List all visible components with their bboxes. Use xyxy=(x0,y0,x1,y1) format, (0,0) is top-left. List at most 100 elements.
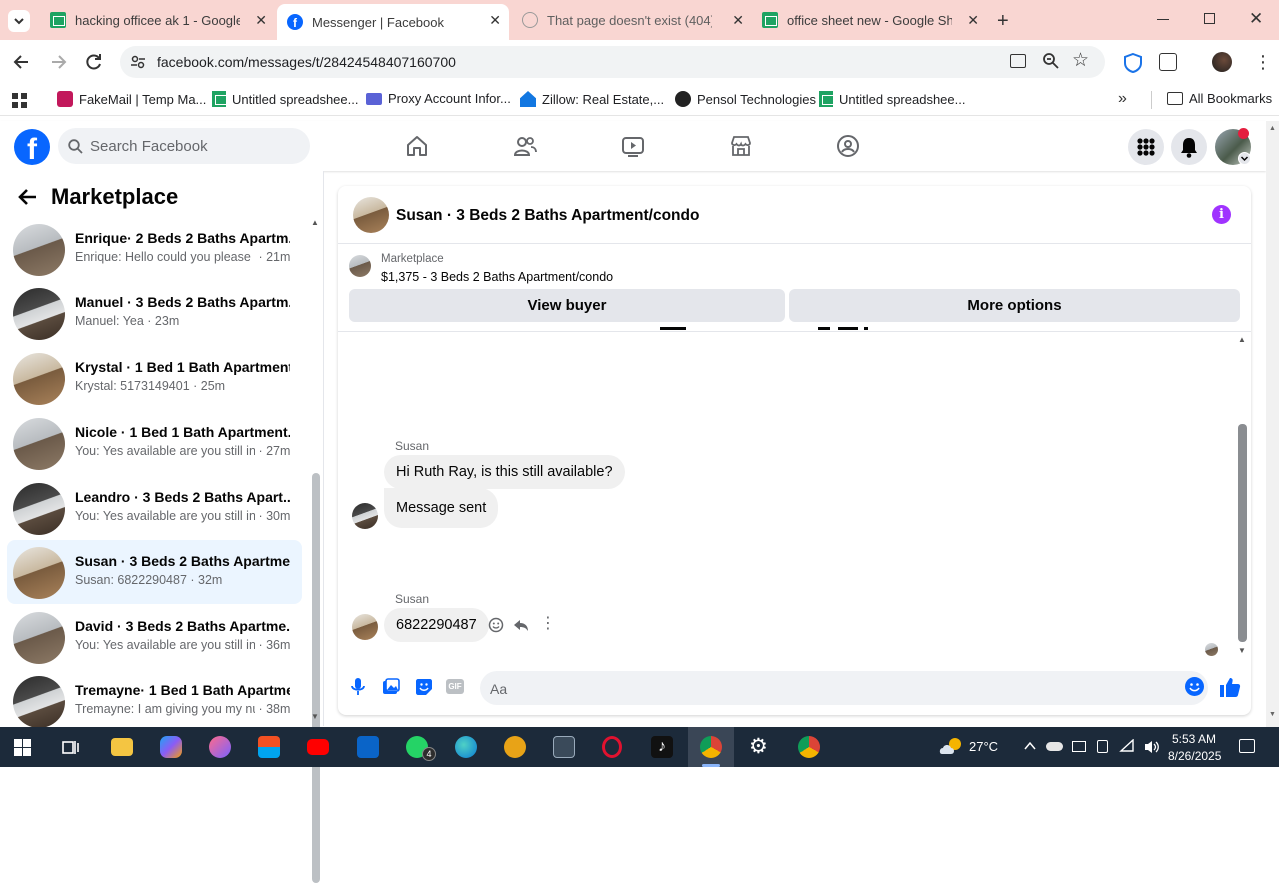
bookmark-item[interactable]: Zillow: Real Estate,... xyxy=(520,91,664,107)
scroll-down-arrow-icon[interactable]: ▼ xyxy=(1238,646,1246,655)
forward-icon[interactable] xyxy=(48,52,68,72)
scroll-down-arrow-icon[interactable]: ▼ xyxy=(311,712,319,721)
bookmark-star-icon[interactable]: ☆ xyxy=(1072,49,1089,72)
wifi-icon[interactable] xyxy=(1119,739,1137,755)
bookmark-item[interactable]: Untitled spreadshee... xyxy=(819,91,965,107)
all-bookmarks-button[interactable]: All Bookmarks xyxy=(1167,91,1272,106)
message-bubble-system[interactable]: Message sent xyxy=(384,488,499,528)
chrome-icon[interactable] xyxy=(798,736,820,758)
new-tab-icon[interactable]: + xyxy=(997,10,1009,33)
chat-title[interactable]: Susan · 3 Beds 2 Baths Apartment/condo xyxy=(396,207,699,225)
sticker-icon[interactable] xyxy=(415,678,433,696)
close-tab-icon[interactable]: ✕ xyxy=(255,12,267,29)
sidebar-scrollbar-thumb[interactable] xyxy=(312,473,320,883)
react-emoji-icon[interactable] xyxy=(488,617,504,633)
url-text[interactable]: facebook.com/messages/t/2842454840716070… xyxy=(157,54,456,70)
settings-gear-icon[interactable]: ⚙ xyxy=(749,736,768,758)
microphone-icon[interactable] xyxy=(350,677,366,697)
reload-icon[interactable] xyxy=(84,52,104,72)
scroll-up-arrow-icon[interactable]: ▲ xyxy=(1238,335,1246,344)
browser-tab-active[interactable]: f Messenger | Facebook ✕ xyxy=(277,4,509,40)
reply-icon[interactable] xyxy=(513,617,529,633)
device-icon[interactable] xyxy=(1097,740,1108,753)
conversation-item[interactable]: Manuel · 3 Beds 2 Baths Apartm... Manuel:… xyxy=(7,281,302,345)
temperature[interactable]: 27°C xyxy=(969,739,998,754)
task-view-icon[interactable] xyxy=(62,739,80,756)
volume-icon[interactable] xyxy=(1143,739,1161,755)
back-icon[interactable] xyxy=(12,52,32,72)
photo-icon[interactable] xyxy=(382,678,400,696)
message-bubble[interactable]: Hi Ruth Ray, is this still available? xyxy=(384,455,625,489)
windows-start-icon[interactable] xyxy=(14,739,31,756)
battery-icon[interactable] xyxy=(1072,741,1086,752)
address-bar[interactable]: facebook.com/messages/t/2842454840716070… xyxy=(120,46,1105,78)
notifications-bell-icon[interactable] xyxy=(1171,129,1207,165)
message-input[interactable]: Aa xyxy=(480,671,1208,705)
edge-icon[interactable] xyxy=(455,736,477,758)
bookmark-item[interactable]: Pensol Technologies xyxy=(675,91,816,107)
bookmark-item[interactable]: Untitled spreadshee... xyxy=(212,91,358,107)
conversation-item[interactable]: Nicole · 1 Bed 1 Bath Apartment... You: Y… xyxy=(7,411,302,475)
browser-tab[interactable]: That page doesn't exist (404) - F ✕ xyxy=(512,6,752,34)
copilot-icon[interactable] xyxy=(160,736,182,758)
clock-time[interactable]: 5:53 AM xyxy=(1172,732,1216,746)
view-buyer-button[interactable]: View buyer xyxy=(349,289,785,322)
apps-grid-icon[interactable] xyxy=(12,93,27,108)
extensions-icon[interactable] xyxy=(1159,53,1177,71)
chevron-down-icon[interactable] xyxy=(1238,152,1251,165)
home-icon[interactable] xyxy=(405,134,429,158)
close-tab-icon[interactable]: ✕ xyxy=(967,12,979,29)
conversation-item[interactable]: Leandro · 3 Beds 2 Baths Apart... You: Ye… xyxy=(7,476,302,540)
site-settings-icon[interactable] xyxy=(130,54,146,70)
conversation-item[interactable]: Krystal · 1 Bed 1 Bath Apartment... Kryst… xyxy=(7,346,302,410)
file-explorer-icon[interactable] xyxy=(111,738,133,756)
browser-tab[interactable]: hacking officee ak 1 - Google D ✕ xyxy=(40,6,275,34)
conversation-item[interactable]: David · 3 Beds 2 Baths Apartme... You: Ye… xyxy=(7,605,302,669)
browser-menu-icon[interactable]: ⋮ xyxy=(1254,52,1272,72)
listing-title[interactable]: $1,375 - 3 Beds 2 Baths Apartment/condo xyxy=(381,270,613,284)
bookmark-item[interactable]: FakeMail | Temp Ma... xyxy=(57,91,206,107)
profile-avatar[interactable] xyxy=(1212,52,1232,72)
groups-icon[interactable] xyxy=(836,134,860,158)
outlook-icon[interactable] xyxy=(357,736,379,758)
close-tab-icon[interactable]: ✕ xyxy=(732,12,744,29)
onedrive-cloud-icon[interactable] xyxy=(1046,742,1063,751)
brave-shield-icon[interactable] xyxy=(1124,53,1142,73)
info-icon[interactable]: i xyxy=(1212,205,1231,224)
weather-icon[interactable] xyxy=(938,736,964,756)
friends-icon[interactable] xyxy=(513,134,537,158)
contact-avatar[interactable] xyxy=(353,197,389,233)
scroll-down-arrow-icon[interactable]: ▼ xyxy=(1269,711,1276,718)
app-icon[interactable] xyxy=(209,736,231,758)
chat-scrollbar-thumb[interactable] xyxy=(1238,424,1247,642)
scroll-up-arrow-icon[interactable]: ▲ xyxy=(311,218,319,227)
marketplace-icon[interactable] xyxy=(729,134,753,158)
scroll-up-arrow-icon[interactable]: ▲ xyxy=(1269,125,1276,132)
page-scrollbar[interactable]: ▲ ▼ xyxy=(1266,121,1279,727)
app-icon[interactable] xyxy=(553,736,575,758)
browser-tab[interactable]: office sheet new - Google Shee ✕ xyxy=(752,6,987,34)
more-actions-icon[interactable]: ⋮ xyxy=(540,614,556,634)
video-icon[interactable] xyxy=(621,134,645,158)
microsoft-store-icon[interactable] xyxy=(258,736,280,758)
menu-grid-button[interactable] xyxy=(1128,129,1164,165)
medal-app-icon[interactable] xyxy=(504,736,526,758)
conversation-item[interactable]: Enrique· 2 Beds 2 Baths Apartm... Enrique… xyxy=(7,217,302,281)
facebook-logo-icon[interactable]: f xyxy=(14,129,50,165)
notification-center-icon[interactable] xyxy=(1239,739,1255,753)
more-bookmarks-icon[interactable]: » xyxy=(1118,90,1127,108)
gif-icon[interactable]: GIF xyxy=(446,679,464,694)
sender-avatar[interactable] xyxy=(352,503,378,529)
conversation-item[interactable]: Tremayne· 1 Bed 1 Bath Apartme... Tremayn… xyxy=(7,669,302,733)
search-input[interactable]: Search Facebook xyxy=(58,128,310,164)
tiktok-icon[interactable]: ♪ xyxy=(651,736,673,758)
clock-date[interactable]: 8/26/2025 xyxy=(1168,749,1221,763)
message-bubble[interactable]: 6822290487 xyxy=(384,608,489,642)
minimize-icon[interactable] xyxy=(1157,19,1169,20)
bookmark-item[interactable]: Proxy Account Infor... xyxy=(366,91,511,106)
youtube-icon[interactable] xyxy=(307,739,329,755)
chevron-up-icon[interactable] xyxy=(1023,739,1037,753)
back-arrow-icon[interactable] xyxy=(18,188,38,206)
chrome-icon[interactable] xyxy=(700,736,722,758)
close-window-icon[interactable]: ✕ xyxy=(1249,9,1263,29)
